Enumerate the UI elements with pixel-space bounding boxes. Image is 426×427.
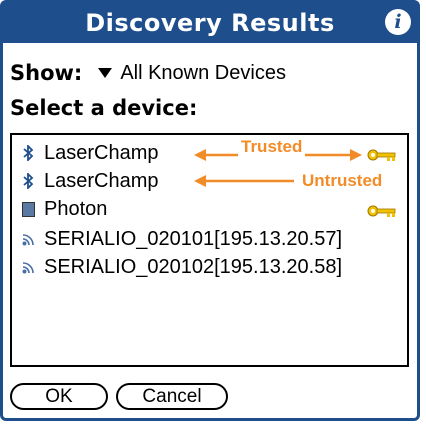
computer-icon — [18, 201, 38, 217]
title-bar: Discovery Results i — [3, 3, 417, 43]
select-device-label: Select a device: — [10, 96, 198, 120]
device-row[interactable]: LaserChamp — [18, 139, 159, 167]
show-filter-value: All Known Devices — [120, 61, 286, 84]
untrusted-annotation: Untrusted — [300, 171, 385, 191]
show-filter-dropdown[interactable]: All Known Devices — [98, 62, 286, 85]
device-name: LaserChamp — [44, 141, 159, 164]
device-row[interactable]: Photon — [18, 195, 107, 223]
dialog-title: Discovery Results — [85, 9, 335, 37]
device-row[interactable]: LaserChamp — [18, 167, 159, 195]
bluetooth-icon — [18, 173, 38, 189]
device-row[interactable]: SERIALIO_020101[195.13.20.57] — [18, 225, 342, 253]
trusted-annotation: Trusted — [238, 137, 306, 157]
key-icon — [367, 205, 396, 217]
device-name: LaserChamp — [44, 169, 159, 192]
key-icon — [367, 149, 396, 161]
device-row[interactable]: SERIALIO_020102[195.13.20.58] — [18, 253, 342, 281]
cancel-button[interactable]: Cancel — [116, 383, 228, 410]
device-name: SERIALIO_020102[195.13.20.58] — [44, 255, 343, 278]
device-name: Photon — [44, 197, 108, 220]
network-icon — [18, 233, 38, 246]
ok-button[interactable]: OK — [10, 383, 108, 410]
device-name: SERIALIO_020101[195.13.20.57] — [44, 227, 343, 250]
info-icon[interactable]: i — [385, 9, 411, 35]
device-list[interactable]: LaserChamp LaserChamp Photon SERIALIO_02… — [10, 133, 409, 367]
network-icon — [18, 261, 38, 274]
bluetooth-icon — [18, 145, 38, 161]
show-filter-row: Show: All Known Devices — [10, 58, 286, 88]
show-label: Show: — [10, 61, 83, 85]
dropdown-triangle-icon — [98, 68, 113, 78]
